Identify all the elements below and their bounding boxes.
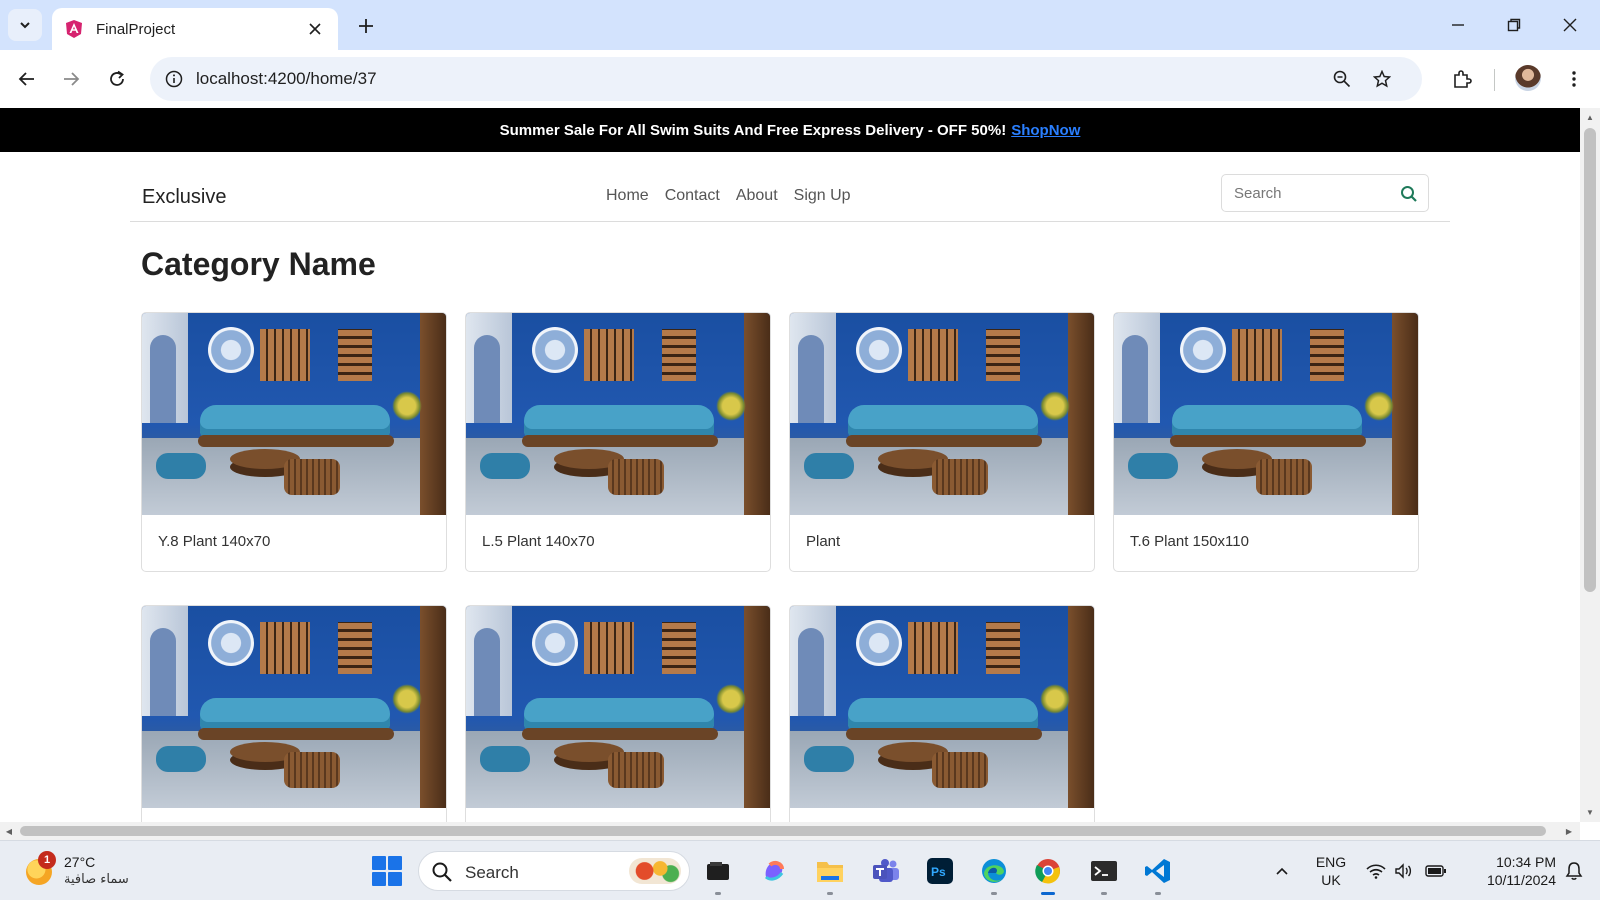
- product-name[interactable]: [142, 808, 446, 822]
- search-icon: [432, 862, 452, 882]
- tab-search-button[interactable]: [8, 9, 42, 41]
- search-input[interactable]: [1223, 176, 1383, 210]
- weather-widget[interactable]: 1 27°C سماء صافية: [22, 851, 152, 891]
- language-region: UK: [1321, 872, 1341, 888]
- folder-icon[interactable]: [812, 853, 848, 895]
- product-name[interactable]: [466, 808, 770, 822]
- toolbar-divider: [1494, 69, 1495, 91]
- site-info-icon[interactable]: [160, 65, 188, 93]
- notification-bell-icon[interactable]: [1562, 859, 1586, 883]
- scroll-left-icon[interactable]: ◀: [3, 825, 15, 837]
- nav-links: Home Contact About Sign Up: [606, 187, 851, 205]
- terminal-icon[interactable]: [1086, 853, 1122, 895]
- url-text[interactable]: localhost:4200/home/37: [196, 69, 377, 89]
- product-card[interactable]: Plant: [789, 312, 1095, 572]
- language-indicator[interactable]: ENG UK: [1310, 853, 1352, 889]
- product-name[interactable]: [790, 808, 1094, 822]
- brand-logo[interactable]: Exclusive: [142, 186, 226, 209]
- angular-icon: [64, 19, 84, 39]
- taskbar-search-label: Search: [465, 863, 519, 882]
- menu-kebab-icon[interactable]: [1558, 63, 1590, 95]
- product-image[interactable]: [790, 606, 1094, 808]
- tab-title: FinalProject: [96, 20, 176, 38]
- svg-text:Ps: Ps: [931, 865, 946, 879]
- nav-home[interactable]: Home: [606, 187, 649, 205]
- nav-contact[interactable]: Contact: [665, 187, 720, 205]
- search-icon[interactable]: [1396, 181, 1422, 207]
- promo-banner: Summer Sale For All Swim Suits And Free …: [0, 108, 1580, 152]
- product-image[interactable]: [1114, 313, 1418, 515]
- photoshop-icon[interactable]: Ps: [922, 853, 958, 889]
- nav-sign-up[interactable]: Sign Up: [794, 187, 851, 205]
- product-image[interactable]: [466, 606, 770, 808]
- bookmark-star-icon[interactable]: [1368, 65, 1396, 93]
- chevron-up-icon[interactable]: [1270, 859, 1294, 883]
- horizontal-scroll-thumb[interactable]: [20, 826, 1546, 836]
- clock-time: 10:34 PM: [1496, 854, 1556, 870]
- product-image[interactable]: [466, 313, 770, 515]
- nav-about[interactable]: About: [736, 187, 778, 205]
- page-viewport: Summer Sale For All Swim Suits And Free …: [0, 108, 1580, 822]
- new-tab-icon[interactable]: [352, 12, 380, 40]
- minimize-icon[interactable]: [1436, 10, 1480, 40]
- chrome-icon[interactable]: [1030, 853, 1066, 895]
- edge-icon[interactable]: [976, 853, 1012, 895]
- vertical-scrollbar[interactable]: ▲ ▼: [1580, 108, 1600, 822]
- browser-tab[interactable]: FinalProject: [52, 8, 338, 50]
- system-clock[interactable]: 10:34 PM 10/11/2024: [1460, 853, 1556, 889]
- zoom-icon[interactable]: [1328, 65, 1356, 93]
- battery-icon[interactable]: [1424, 859, 1448, 883]
- address-bar[interactable]: localhost:4200/home/37: [150, 57, 1422, 101]
- product-image[interactable]: [142, 606, 446, 808]
- page-title: Category Name: [141, 246, 376, 282]
- language-code: ENG: [1315, 854, 1347, 870]
- extensions-icon[interactable]: [1446, 63, 1478, 95]
- shop-now-link[interactable]: ShopNow: [1011, 122, 1080, 139]
- weather-temperature: 27°C: [64, 854, 96, 870]
- browser-tabstrip: FinalProject: [0, 0, 1600, 50]
- scroll-down-icon[interactable]: ▼: [1584, 806, 1596, 818]
- product-image[interactable]: [142, 313, 446, 515]
- file-explorer-icon[interactable]: [700, 853, 736, 895]
- search-box: [1221, 174, 1429, 212]
- product-card[interactable]: [789, 605, 1095, 822]
- close-window-icon[interactable]: [1548, 10, 1592, 40]
- browser-toolbar: localhost:4200/home/37: [0, 50, 1600, 108]
- product-image[interactable]: [790, 313, 1094, 515]
- vertical-scroll-thumb[interactable]: [1584, 128, 1596, 592]
- volume-icon[interactable]: [1392, 859, 1416, 883]
- horizontal-scrollbar[interactable]: ◀ ▶: [0, 822, 1580, 840]
- promo-text: Summer Sale For All Swim Suits And Free …: [499, 121, 1007, 139]
- clock-date: 10/11/2024: [1486, 872, 1556, 888]
- close-tab-icon[interactable]: [304, 18, 326, 40]
- product-name[interactable]: T.6 Plant 150x110: [1114, 515, 1418, 571]
- taskbar-search-box[interactable]: Search: [418, 851, 690, 891]
- wifi-icon[interactable]: [1364, 859, 1388, 883]
- teams-icon[interactable]: [868, 853, 904, 889]
- product-name[interactable]: L.5 Plant 140x70: [466, 515, 770, 571]
- scroll-right-icon[interactable]: ▶: [1563, 825, 1575, 837]
- scroll-up-icon[interactable]: ▲: [1584, 111, 1596, 123]
- product-card[interactable]: [141, 605, 447, 822]
- notification-badge: 1: [38, 851, 56, 869]
- restore-icon[interactable]: [1492, 10, 1536, 40]
- product-card[interactable]: Y.8 Plant 140x70: [141, 312, 447, 572]
- back-icon[interactable]: [11, 63, 43, 95]
- reload-icon[interactable]: [101, 63, 133, 95]
- chevron-down-icon: [20, 22, 30, 29]
- site-navbar: Exclusive Home Contact About Sign Up: [130, 152, 1450, 222]
- forward-icon[interactable]: [55, 63, 87, 95]
- product-card[interactable]: L.5 Plant 140x70: [465, 312, 771, 572]
- weather-description: سماء صافية: [64, 872, 129, 887]
- product-name[interactable]: Y.8 Plant 140x70: [142, 515, 446, 571]
- vscode-icon[interactable]: [1140, 853, 1176, 895]
- profile-avatar[interactable]: [1515, 65, 1541, 91]
- search-highlight-image: [629, 858, 681, 884]
- product-card[interactable]: T.6 Plant 150x110: [1113, 312, 1419, 572]
- product-card[interactable]: [465, 605, 771, 822]
- windows-start-icon[interactable]: [372, 856, 402, 886]
- product-name[interactable]: Plant: [790, 515, 1094, 571]
- copilot-icon[interactable]: [756, 853, 792, 889]
- windows-taskbar: 1 27°C سماء صافية Search Ps ENG UK 10:34…: [0, 840, 1600, 900]
